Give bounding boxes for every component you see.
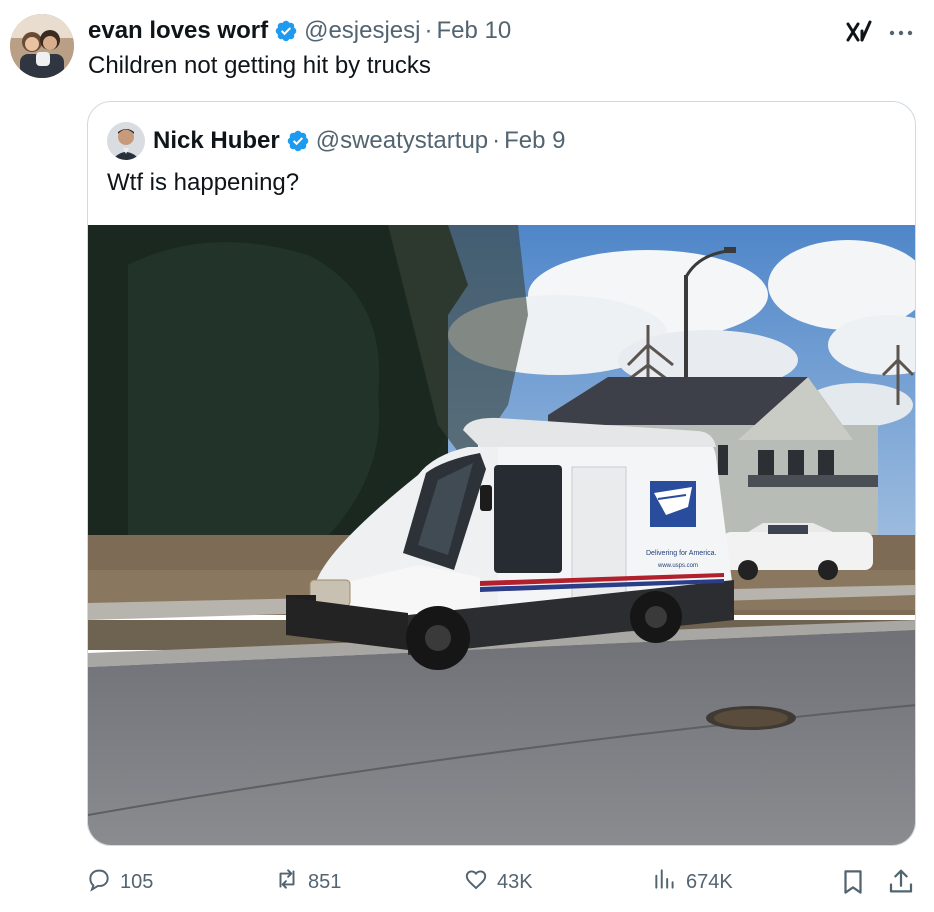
separator-dot: · xyxy=(492,127,501,154)
tweet-action-bar: 105 851 43K 674K xyxy=(0,862,934,902)
like-icon xyxy=(463,866,489,898)
verified-badge-icon xyxy=(286,129,310,153)
tweet-text: Children not getting hit by trucks xyxy=(88,52,431,79)
author-name[interactable]: evan loves worf xyxy=(88,17,268,45)
reply-icon xyxy=(86,866,112,898)
share-icon[interactable] xyxy=(886,867,916,897)
quoted-tweet-date[interactable]: Feb 9 xyxy=(504,127,565,155)
quoted-tweet-header: Nick Huber @sweatystartup · Feb 9 xyxy=(153,125,566,157)
author-avatar[interactable] xyxy=(10,14,74,78)
views-icon xyxy=(652,866,678,898)
quoted-tweet[interactable]: Nick Huber @sweatystartup · Feb 9 Wtf is… xyxy=(87,101,916,846)
verified-badge-icon xyxy=(274,19,298,43)
views-button[interactable]: 674K xyxy=(652,862,733,902)
quoted-author-avatar[interactable] xyxy=(107,122,145,160)
author-handle[interactable]: @esjesjesj xyxy=(304,17,420,45)
quoted-tweet-text: Wtf is happening? xyxy=(107,169,300,196)
like-button[interactable]: 43K xyxy=(463,862,533,902)
separator-dot: · xyxy=(424,17,433,44)
quoted-tweet-photo[interactable]: Delivering for America. www.usps.com xyxy=(88,225,915,845)
tweet-date[interactable]: Feb 10 xyxy=(436,17,511,45)
views-count: 674K xyxy=(686,870,733,893)
like-count: 43K xyxy=(497,870,533,893)
repost-button[interactable]: 851 xyxy=(274,862,341,902)
quoted-author-handle[interactable]: @sweatystartup xyxy=(316,127,488,155)
tweet-header: evan loves worf @esjesjesj · Feb 10 xyxy=(88,16,511,46)
quoted-author-name[interactable]: Nick Huber xyxy=(153,127,280,155)
grok-icon[interactable] xyxy=(844,17,874,47)
reply-button[interactable]: 105 xyxy=(86,862,153,902)
reply-count: 105 xyxy=(120,870,154,893)
truck-slogan-text: Delivering for America. xyxy=(646,550,716,557)
repost-count: 851 xyxy=(308,870,342,893)
repost-icon xyxy=(274,866,300,898)
more-icon[interactable] xyxy=(885,18,917,48)
bookmark-icon[interactable] xyxy=(838,867,868,897)
truck-url-text: www.usps.com xyxy=(657,563,698,569)
